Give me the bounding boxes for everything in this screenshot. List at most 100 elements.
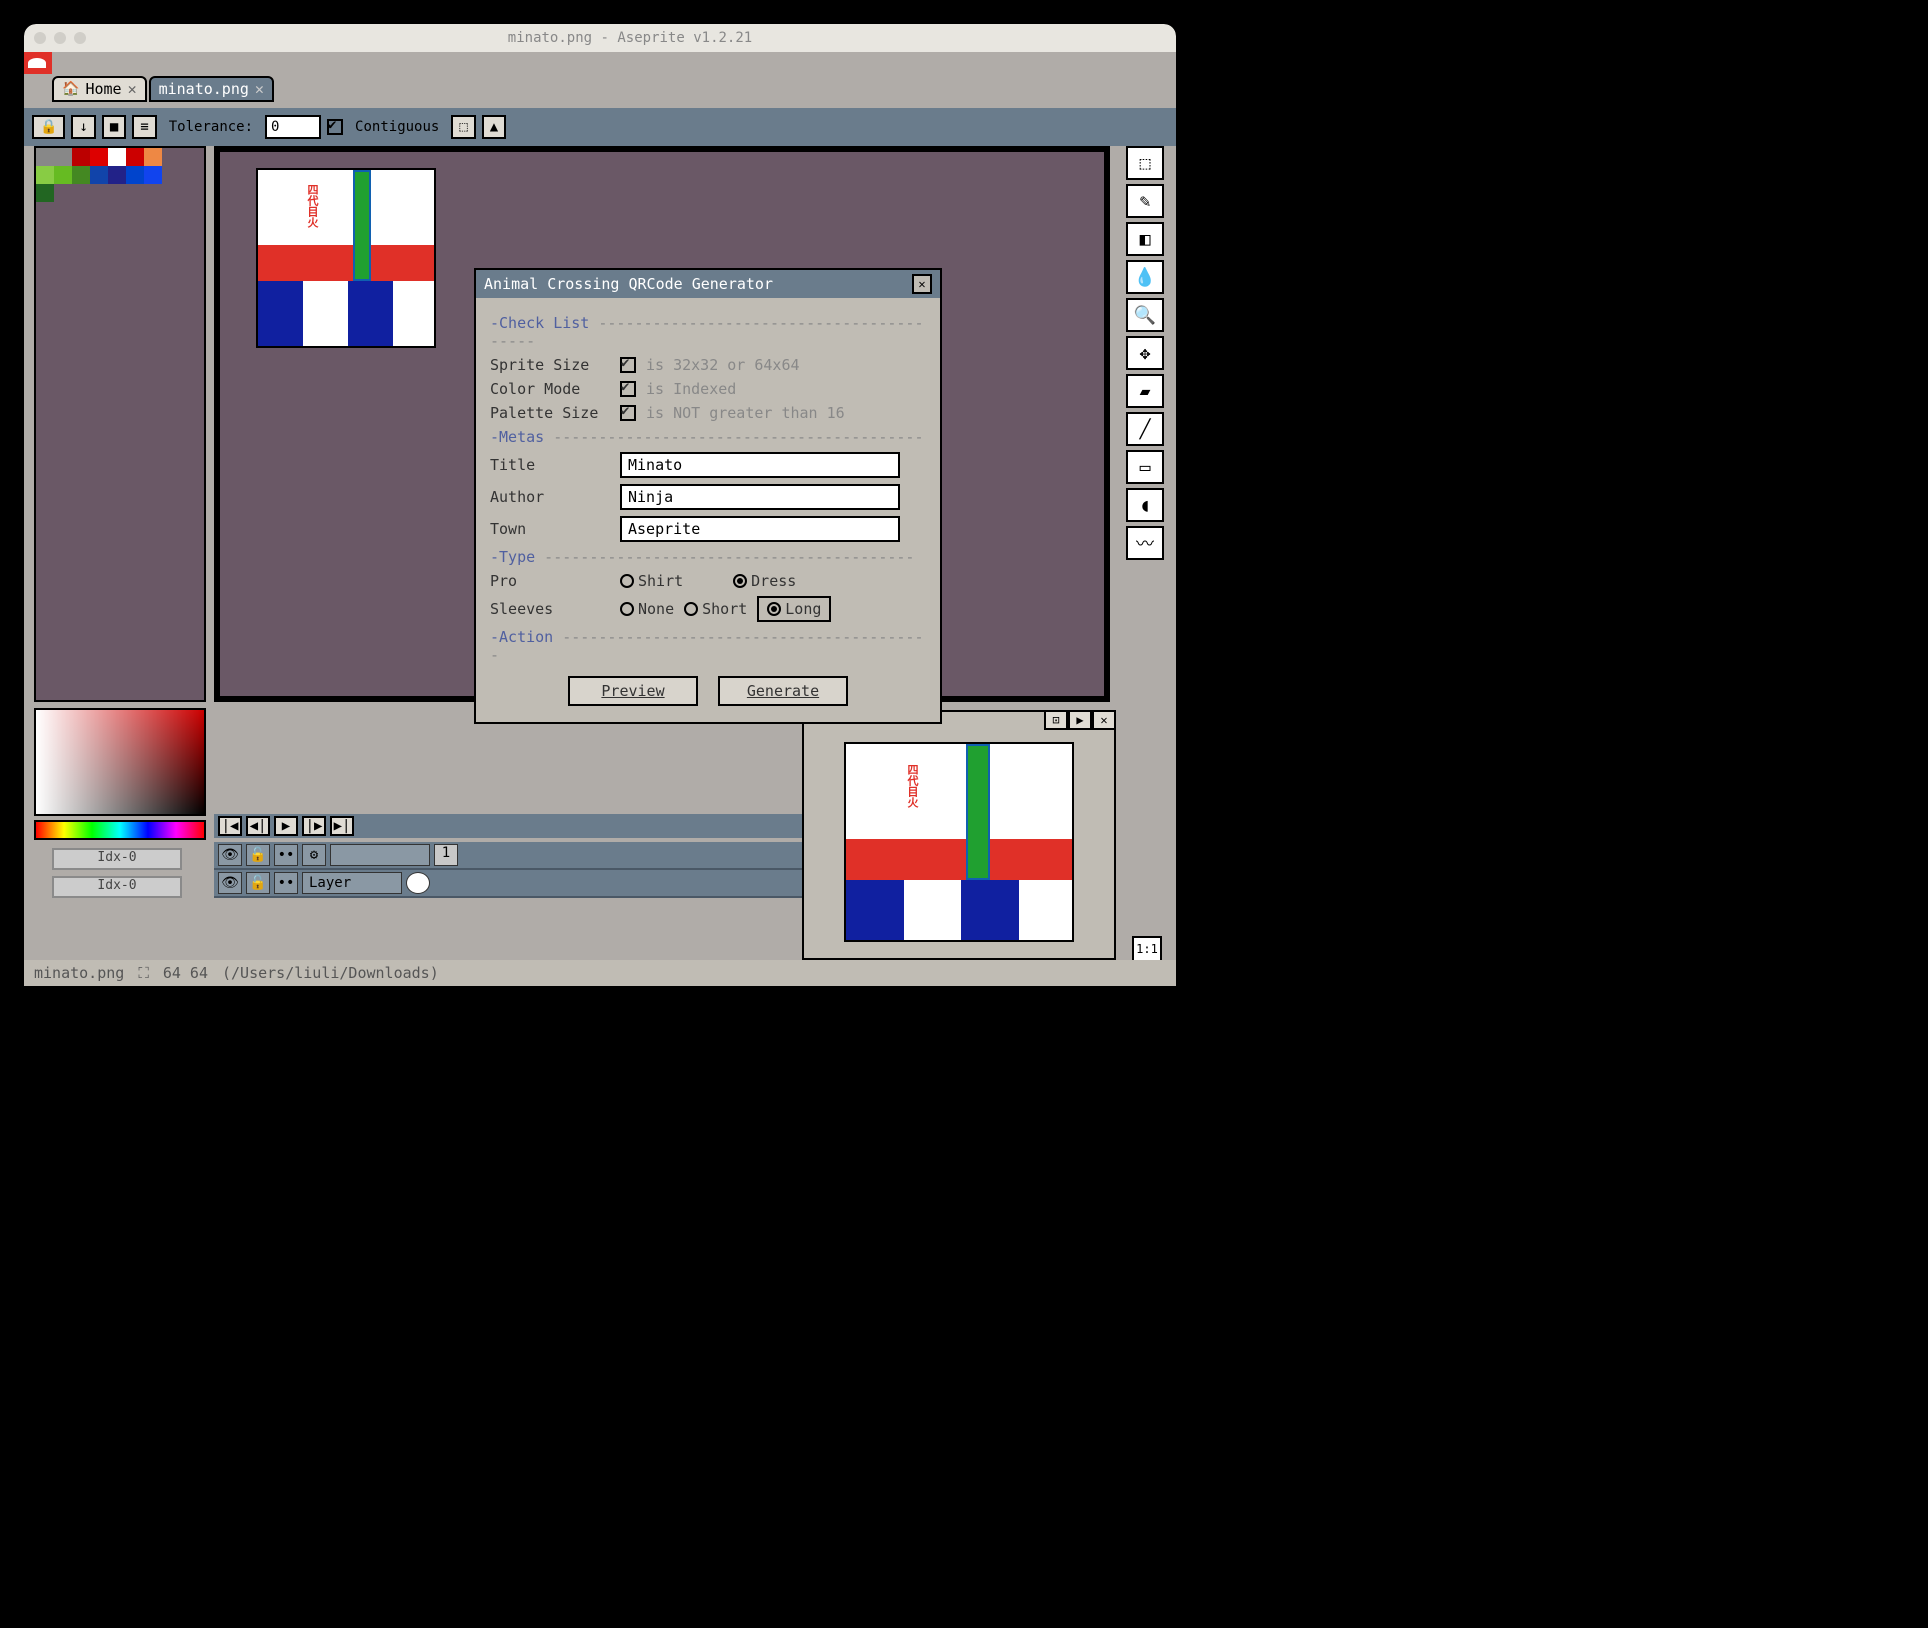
status-dims: 64 64: [163, 964, 208, 982]
layer-header-spacer: [330, 844, 430, 866]
eyedropper-tool[interactable]: 💧: [1126, 260, 1164, 294]
eraser-tool[interactable]: ◧: [1126, 222, 1164, 256]
dialog-title: Animal Crossing QRCode Generator: [484, 275, 773, 293]
layer-name[interactable]: Layer: [302, 872, 402, 894]
section-checklist: -Check List: [490, 314, 926, 350]
window-title: minato.png - Aseprite v1.2.21: [94, 30, 1166, 46]
author-input[interactable]: [620, 484, 900, 510]
link-icon[interactable]: ••: [274, 844, 298, 866]
aseprite-logo-icon: [24, 52, 52, 74]
line-tool[interactable]: ╱: [1126, 412, 1164, 446]
lock-button[interactable]: 🔒: [32, 115, 65, 139]
pro-dress-radio[interactable]: Dress: [733, 572, 796, 590]
tab-bar: 🏠 Home ✕ minato.png ✕: [52, 76, 274, 102]
pencil-tool[interactable]: ✎: [1126, 184, 1164, 218]
eye-icon[interactable]: 👁: [218, 872, 242, 894]
bg-color-button[interactable]: Idx-0: [52, 876, 182, 898]
lock-icon[interactable]: 🔓: [246, 844, 270, 866]
home-icon: 🏠: [62, 81, 79, 97]
status-path: (/Users/liuli/Downloads): [222, 964, 439, 982]
dialog-titlebar[interactable]: Animal Crossing QRCode Generator ✕: [476, 270, 940, 298]
tab-home[interactable]: 🏠 Home ✕: [52, 76, 147, 102]
frame-number[interactable]: 1: [434, 844, 458, 866]
hue-slider[interactable]: [34, 820, 206, 840]
marquee-tool[interactable]: ⬚: [1126, 146, 1164, 180]
zoom-traffic-light[interactable]: [74, 32, 86, 44]
cel-icon[interactable]: [406, 872, 430, 894]
paint-bucket-tool[interactable]: ▰: [1126, 374, 1164, 408]
sleeves-none-radio[interactable]: None: [620, 600, 674, 618]
move-tool[interactable]: ✥: [1126, 336, 1164, 370]
town-label: Town: [490, 520, 610, 538]
preview-play-button[interactable]: ▶: [1068, 710, 1092, 730]
zoom-ratio-button[interactable]: 1:1: [1132, 936, 1162, 962]
section-action: -Action: [490, 628, 926, 664]
sleeves-long-radio[interactable]: Long: [757, 596, 831, 622]
color-mode-check: [620, 381, 636, 397]
preview-button[interactable]: Preview: [568, 676, 698, 706]
menu-button[interactable]: ≡: [132, 115, 156, 139]
last-frame-button[interactable]: ▶|: [330, 816, 354, 836]
prev-frame-button[interactable]: ◀|: [246, 816, 270, 836]
sprite-size-value: is 32x32 or 64x64: [646, 356, 800, 374]
color-picker[interactable]: [34, 708, 206, 816]
author-label: Author: [490, 488, 610, 506]
tolerance-input[interactable]: [265, 115, 321, 139]
tab-label: minato.png: [159, 80, 249, 98]
lock-icon[interactable]: 🔓: [246, 872, 270, 894]
section-metas: -Metas: [490, 428, 926, 446]
minimize-traffic-light[interactable]: [54, 32, 66, 44]
rectangle-tool[interactable]: ▭: [1126, 450, 1164, 484]
preview-close-button[interactable]: ✕: [1092, 710, 1116, 730]
status-file: minato.png: [34, 964, 124, 982]
pro-shirt-radio[interactable]: Shirt: [620, 572, 683, 590]
play-button[interactable]: ▶: [274, 816, 298, 836]
dialog-close-button[interactable]: ✕: [912, 274, 932, 294]
zoom-tool[interactable]: 🔍: [1126, 298, 1164, 332]
palette-size-label: Palette Size: [490, 404, 610, 422]
contour-tool[interactable]: ◖: [1126, 488, 1164, 522]
preview-sprite: 四代目火: [844, 742, 1074, 942]
layer-row[interactable]: 👁 🔓 •• Layer: [214, 870, 804, 898]
contiguous-checkbox[interactable]: [327, 119, 343, 135]
stop-button[interactable]: ■: [102, 115, 126, 139]
color-mode-value: is Indexed: [646, 380, 736, 398]
close-tab-icon[interactable]: ✕: [255, 80, 264, 98]
timeline-header: 👁 🔓 •• ⚙ 1: [214, 842, 804, 870]
sleeves-label: Sleeves: [490, 600, 610, 618]
palette-size-check: [620, 405, 636, 421]
pro-label: Pro: [490, 572, 610, 590]
generate-button[interactable]: Generate: [718, 676, 848, 706]
sleeves-short-radio[interactable]: Short: [684, 600, 747, 618]
first-frame-button[interactable]: |◀: [218, 816, 242, 836]
layers-panel: 👁 🔓 •• ⚙ 1 👁 🔓 •• Layer: [214, 842, 804, 898]
opt-btn-2[interactable]: ▲: [482, 115, 506, 139]
fg-color-button[interactable]: Idx-0: [52, 848, 182, 870]
crop-icon: ⛶: [138, 964, 149, 982]
eye-icon[interactable]: 👁: [218, 844, 242, 866]
close-tab-icon[interactable]: ✕: [128, 80, 137, 98]
preview-window: ⊡ ▶ ✕ 四代目火: [802, 710, 1116, 960]
option-bar: 🔒 ↓ ■ ≡ Tolerance: Contiguous ⬚ ▲: [24, 108, 1176, 146]
link-icon[interactable]: ••: [274, 872, 298, 894]
tab-label: Home: [85, 80, 121, 98]
app-body: 🏠 Home ✕ minato.png ✕ 🔒 ↓ ■ ≡ Tolerance:…: [24, 52, 1176, 986]
sprite-size-label: Sprite Size: [490, 356, 610, 374]
close-traffic-light[interactable]: [34, 32, 46, 44]
preview-center-button[interactable]: ⊡: [1044, 710, 1068, 730]
dropdown-button[interactable]: ↓: [71, 115, 95, 139]
town-input[interactable]: [620, 516, 900, 542]
opt-btn-1[interactable]: ⬚: [451, 115, 475, 139]
tolerance-label: Tolerance:: [169, 119, 253, 135]
settings-icon[interactable]: ⚙: [302, 844, 326, 866]
title-label: Title: [490, 456, 610, 474]
tab-file[interactable]: minato.png ✕: [149, 76, 274, 102]
status-bar: minato.png ⛶ 64 64 (/Users/liuli/Downloa…: [24, 960, 1176, 986]
sprite-size-check: [620, 357, 636, 373]
next-frame-button[interactable]: |▶: [302, 816, 326, 836]
section-type: -Type: [490, 548, 926, 566]
blur-tool[interactable]: 〰: [1126, 526, 1164, 560]
palette-panel[interactable]: [34, 146, 206, 702]
sprite-thumbnail: 四代目火: [256, 168, 436, 348]
title-input[interactable]: [620, 452, 900, 478]
